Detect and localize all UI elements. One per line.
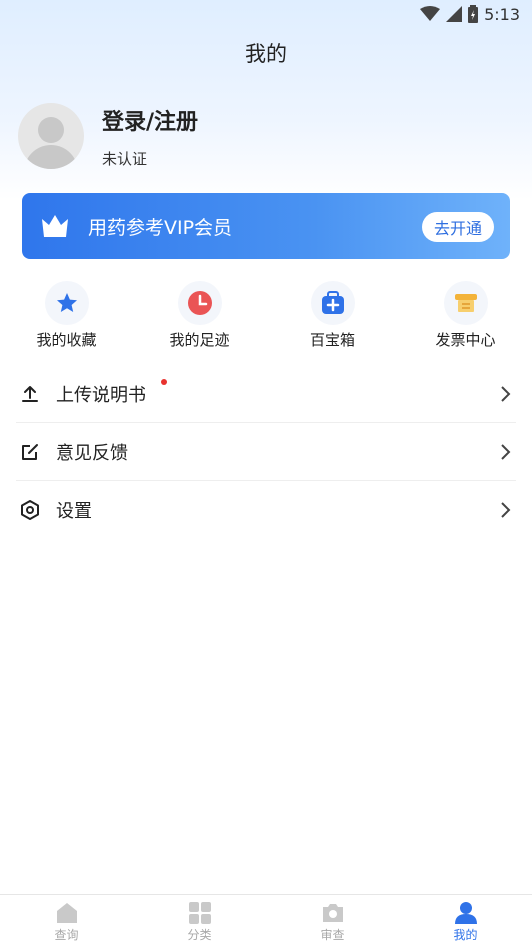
verification-status: 未认证: [102, 149, 148, 168]
chevron-right-icon: [501, 444, 511, 460]
tab-review[interactable]: 审查: [266, 895, 399, 946]
quick-action-history[interactable]: 我的足迹: [133, 281, 266, 350]
quick-action-toolbox[interactable]: 百宝箱: [266, 281, 399, 350]
page-title: 我的: [245, 42, 287, 66]
status-time: 5:13: [484, 4, 520, 24]
toolbox-icon: [321, 291, 344, 314]
clock-icon: [187, 291, 212, 315]
star-icon: [56, 293, 77, 312]
header-background: [0, 0, 532, 200]
invoice-icon: [454, 294, 477, 312]
vip-banner[interactable]: 用药参考VIP会员 去开通: [22, 193, 510, 259]
signal-icon: [446, 6, 463, 22]
battery-icon: [468, 5, 479, 23]
settings-icon: [21, 500, 39, 520]
home-icon: [56, 903, 77, 923]
tab-mine[interactable]: 我的: [399, 895, 532, 946]
status-bar: 5:13: [0, 0, 532, 28]
profile-section[interactable]: 登录/注册 未认证: [18, 103, 198, 169]
chevron-right-icon: [501, 386, 511, 402]
quick-actions: 我的收藏 我的足迹 百宝箱 发票中心: [0, 281, 532, 350]
menu-item-feedback[interactable]: 意见反馈: [16, 423, 516, 481]
vip-activate-button[interactable]: 去开通: [421, 212, 494, 242]
crown-icon: [42, 215, 68, 237]
vip-title: 用药参考VIP会员: [88, 216, 233, 239]
edit-icon: [22, 443, 38, 460]
tab-search[interactable]: 查询: [0, 895, 133, 946]
quick-action-favorites[interactable]: 我的收藏: [0, 281, 133, 350]
grid-icon: [188, 902, 211, 924]
bottom-tab-bar: 查询 分类 审查 我的: [0, 894, 532, 946]
new-badge: [161, 379, 167, 385]
menu-item-settings[interactable]: 设置: [16, 481, 516, 539]
login-register-link[interactable]: 登录/注册: [102, 104, 198, 136]
default-avatar-icon[interactable]: [18, 103, 84, 169]
tab-category[interactable]: 分类: [133, 895, 266, 946]
wifi-icon: [420, 6, 441, 21]
upload-icon: [22, 385, 38, 402]
menu-item-upload-manual[interactable]: 上传说明书: [16, 365, 516, 423]
quick-action-invoice[interactable]: 发票中心: [399, 281, 532, 350]
settings-menu: 上传说明书 意见反馈 设置: [16, 365, 516, 539]
chevron-right-icon: [501, 502, 511, 518]
user-icon: [454, 902, 477, 924]
camera-icon: [322, 904, 343, 922]
